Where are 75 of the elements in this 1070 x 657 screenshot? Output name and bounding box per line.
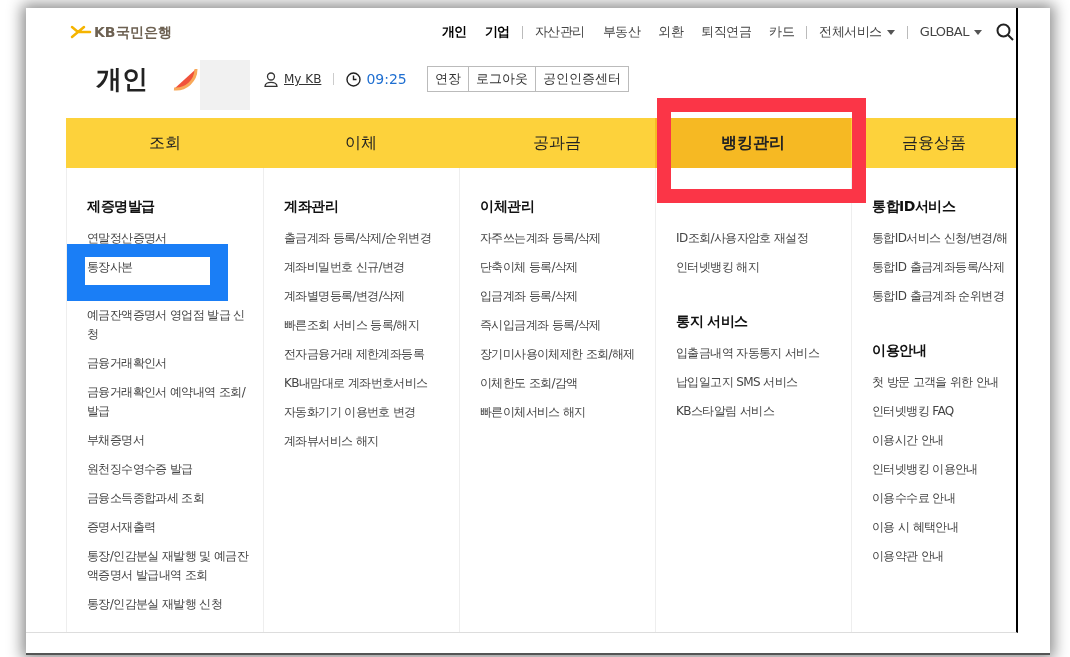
menu-heading: 이용안내	[872, 341, 927, 360]
menu-link[interactable]: 출금계좌 등록/삭제/순위변경	[284, 229, 459, 248]
menu-link[interactable]: 입금계좌 등록/삭제	[480, 287, 655, 306]
top-nav-link[interactable]: 외환	[658, 22, 684, 42]
menu-link[interactable]: 인터넷뱅킹 이용안내	[872, 460, 1016, 479]
menu-link[interactable]: 자동화기기 이용번호 변경	[284, 403, 459, 422]
session-button[interactable]: 공인인증센터	[535, 66, 629, 92]
menu-link[interactable]: 원천징수영수증 발급	[87, 460, 263, 479]
menu-heading: 통지 서비스	[676, 312, 749, 331]
top-nav-link[interactable]: 부동산	[602, 22, 641, 42]
menu-link[interactable]: 계좌뷰서비스 해지	[284, 432, 459, 451]
main-nav-tab[interactable]: 뱅킹관리	[655, 118, 851, 168]
menu-link[interactable]: 금융소득종합과세 조회	[87, 489, 263, 508]
menu-link[interactable]: KB내맘대로 계좌번호서비스	[284, 374, 459, 393]
main-nav-tab[interactable]: 공과금	[459, 118, 655, 168]
menu-link[interactable]: 금융거래확인서 예약내역 조회/발급	[87, 383, 263, 421]
top-nav-link[interactable]: 카드	[769, 22, 795, 42]
menu-heading: 이체관리	[480, 197, 535, 216]
top-nav-link[interactable]: 개인	[441, 22, 467, 42]
main-nav-tab[interactable]: 이체	[263, 118, 459, 168]
menu-link[interactable]: 증명서재출력	[87, 518, 263, 537]
main-nav-tab[interactable]: 금융상품	[851, 118, 1016, 168]
menu-link[interactable]: 통장사본	[87, 258, 263, 277]
session-button[interactable]: 연장	[426, 66, 469, 92]
menu-link[interactable]: 통합ID 출금계좌등록/삭제	[872, 258, 1016, 277]
top-nav-link[interactable]: 자산관리	[534, 22, 585, 42]
menu-link[interactable]: KB스타알림 서비스	[676, 402, 851, 421]
menu-link[interactable]: ID조회/사용자암호 재설정	[676, 229, 851, 248]
kb-logo[interactable]: KB국민은행	[70, 21, 172, 43]
caret-icon	[886, 29, 895, 35]
menu-heading: 통합ID서비스	[872, 197, 957, 216]
menu-link[interactable]: 계좌별명등록/변경/삭제	[284, 287, 459, 306]
clock-icon	[346, 71, 362, 87]
person-icon	[264, 71, 278, 87]
star-logo-icon	[70, 24, 92, 40]
menu-link[interactable]: 이용수수료 안내	[872, 489, 1016, 508]
menu-link[interactable]: 예금잔액증명서 영업점 발급 신청	[87, 306, 263, 344]
menu-link[interactable]: 부채증명서	[87, 431, 263, 450]
menu-link[interactable]: 입출금내역 자동통지 서비스	[676, 344, 851, 363]
menu-link[interactable]: 즉시입금계좌 등록/삭제	[480, 316, 655, 335]
menu-link[interactable]: 빠른조회 서비스 등록/해지	[284, 316, 459, 335]
menu-heading: 제증명발급	[87, 197, 156, 216]
menu-link[interactable]: 납입일고지 SMS 서비스	[676, 373, 851, 392]
menu-link[interactable]: 통장/인감분실 재발행 신청	[87, 595, 263, 614]
menu-link[interactable]: 통장/인감분실 재발행 및 예금잔액증명서 발급내역 조회	[87, 547, 263, 585]
session-button[interactable]: 로그아웃	[468, 66, 536, 92]
my-kb-link[interactable]: My KB	[264, 70, 322, 88]
top-nav-link[interactable]: GLOBAL	[919, 22, 982, 42]
menu-link[interactable]: 단축이체 등록/삭제	[480, 258, 655, 277]
menu-link[interactable]: 이용약관 안내	[872, 547, 1016, 566]
menu-link[interactable]: 이체한도 조회/감액	[480, 374, 655, 393]
menu-link[interactable]: 자주쓰는계좌 등록/삭제	[480, 229, 655, 248]
top-nav-link[interactable]: 기업	[484, 22, 510, 42]
page-title: 개인	[96, 62, 148, 96]
menu-link[interactable]: 금융거래확인서	[87, 354, 263, 373]
menu-link[interactable]: 장기미사용이체제한 조회/해제	[480, 345, 655, 364]
menu-link[interactable]: 계좌비밀번호 신규/변경	[284, 258, 459, 277]
menu-link[interactable]: 통합ID 출금계좌 순위변경	[872, 287, 1016, 306]
menu-link[interactable]: 첫 방문 고객을 위한 안내	[872, 373, 1016, 392]
menu-link[interactable]: 이용시간 안내	[872, 431, 1016, 450]
top-nav-link[interactable]: 퇴직연금	[701, 22, 752, 42]
menu-heading: 계좌관리	[284, 197, 339, 216]
menu-link[interactable]: 연말정산증명서	[87, 229, 263, 248]
menu-link[interactable]: 인터넷뱅킹 FAQ	[872, 402, 1016, 421]
menu-link[interactable]: 통합ID서비스 신청/변경/해	[872, 229, 1016, 248]
search-icon[interactable]	[996, 23, 1014, 41]
menu-link[interactable]: 빠른이체서비스 해지	[480, 403, 655, 422]
main-nav-tab[interactable]: 조회	[66, 118, 263, 168]
menu-link[interactable]: 이용 시 혜택안내	[872, 518, 1016, 537]
watermelon-slice-icon	[172, 67, 198, 91]
menu-link[interactable]: 인터넷뱅킹 해지	[676, 258, 851, 277]
top-nav-link[interactable]: 전체서비스	[819, 22, 895, 42]
caret-icon	[974, 29, 982, 35]
menu-link[interactable]: 전자금융거래 제한계좌등록	[284, 345, 459, 364]
session-timer: 09:25	[366, 69, 407, 89]
